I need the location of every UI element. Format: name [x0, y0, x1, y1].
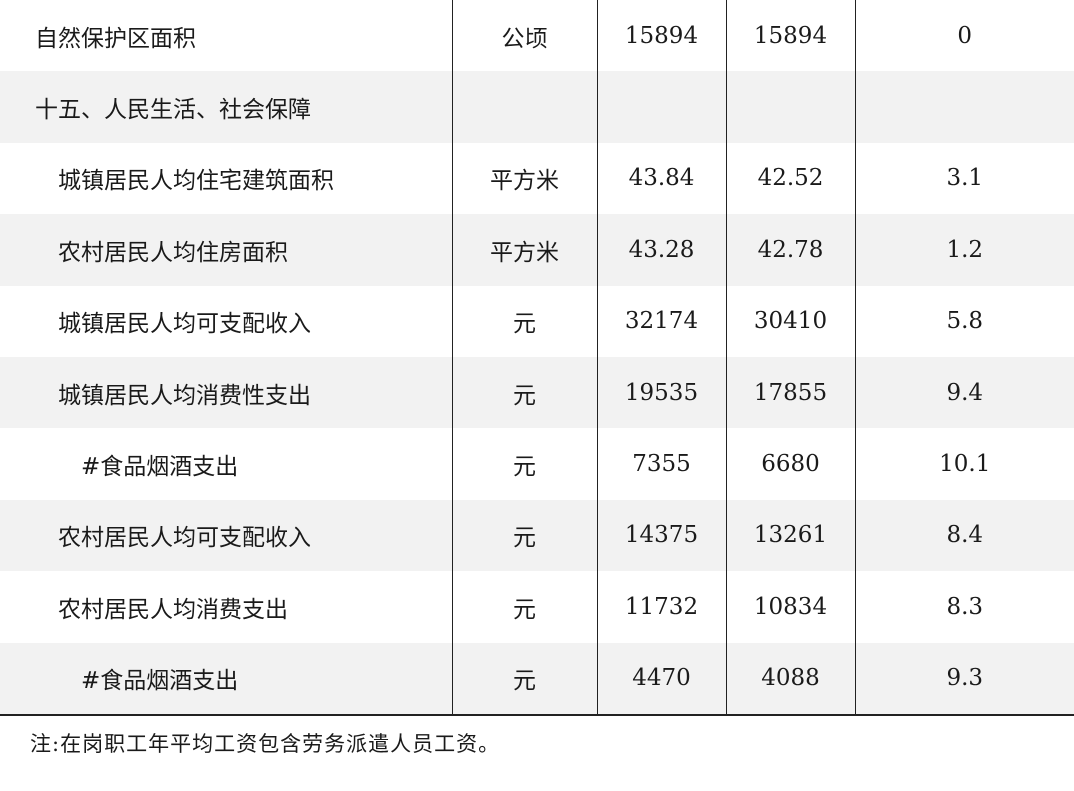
- value-previous-cell: 30410: [725, 285, 855, 357]
- table-row: 城镇居民人均消费性支出元 19535 17855 9.4: [0, 356, 1074, 429]
- table-row: 自然保护区面积 公顷 15894 15894 0: [0, 0, 1074, 72]
- value-previous-cell: 10834: [725, 571, 855, 643]
- unit-cell: 平方米: [451, 214, 597, 286]
- indicator-name-cell: 农村居民人均住房面积: [0, 214, 452, 286]
- table-body: 自然保护区面积 公顷 15894 15894 0 十五、人民生活、社会保障 城镇居民人均住宅…: [0, 0, 1074, 716]
- unit-cell: 元: [451, 428, 597, 500]
- value-previous-cell: 42.52: [725, 142, 855, 215]
- statistics-table: 自然保护区面积 公顷 15894 15894 0 十五、人民生活、社会保障 城镇居民人均住宅…: [0, 0, 1074, 716]
- unit-cell: [451, 71, 597, 143]
- growth-rate-cell: 10.1: [854, 428, 1074, 500]
- indicator-name-cell: 城镇居民人均消费性支出: [0, 356, 452, 429]
- value-current-cell: 43.84: [596, 142, 726, 215]
- table-row: 城镇居民人均住宅建筑面积 平方米 43.84 42.52 3.1: [0, 142, 1074, 215]
- indicator-name-cell: 农村居民人均可支配收入: [0, 499, 452, 572]
- unit-cell: 平方米: [451, 142, 597, 215]
- growth-rate-cell: 9.3: [854, 642, 1074, 716]
- table-row: 农村居民人均可支配收入元 14375 13261 8.4: [0, 499, 1074, 572]
- value-previous-cell: 6680: [725, 428, 855, 500]
- growth-rate-cell: 8.3: [854, 571, 1074, 643]
- value-current-cell: 14375: [596, 499, 726, 572]
- growth-rate-cell: 0: [854, 0, 1074, 72]
- value-previous-cell: 17855: [725, 356, 855, 429]
- value-current-cell: 4470: [596, 642, 726, 716]
- unit-cell: 元: [451, 285, 597, 357]
- growth-rate-cell: 3.1: [854, 142, 1074, 215]
- value-current-cell: 43.28: [596, 214, 726, 286]
- unit-cell: 元: [451, 642, 597, 716]
- indicator-name-cell: 农村居民人均消费支出: [58, 596, 288, 623]
- value-previous-cell: 42.78: [725, 214, 855, 286]
- unit-cell: 元: [451, 356, 597, 429]
- value-previous-cell: 13261: [725, 499, 855, 572]
- indicator-name-cell: 自然保护区面积: [35, 25, 196, 52]
- growth-rate-cell: [854, 71, 1074, 143]
- indicator-name-cell: 城镇居民人均住宅建筑面积: [58, 168, 334, 195]
- table-row: #食品烟酒支出元 4470 4088 9.3: [0, 642, 1074, 716]
- growth-rate-cell: 9.4: [854, 356, 1074, 429]
- value-previous-cell: [725, 71, 855, 143]
- unit-cell: 元: [451, 571, 597, 643]
- growth-rate-cell: 1.2: [854, 214, 1074, 286]
- table-row: #食品烟酒支出 元 7355 6680 10.1: [0, 428, 1074, 500]
- table-footnote: 注:在岗职工年平均工资包含劳务派遣人员工资。: [30, 732, 501, 756]
- value-current-cell: [596, 71, 726, 143]
- table-row: 十五、人民生活、社会保障: [0, 71, 1074, 143]
- unit-cell: 元: [451, 499, 597, 572]
- indicator-name-cell: 城镇居民人均可支配收入: [58, 311, 311, 338]
- table-row: 城镇居民人均可支配收入 元 32174 30410 5.8: [0, 285, 1074, 357]
- growth-rate-cell: 8.4: [854, 499, 1074, 572]
- value-current-cell: 32174: [596, 285, 726, 357]
- value-current-cell: 15894: [596, 0, 726, 72]
- indicator-name-cell: #食品烟酒支出: [81, 454, 239, 481]
- unit-cell: 公顷: [451, 0, 597, 72]
- value-previous-cell: 4088: [725, 642, 855, 716]
- indicator-name-cell: #食品烟酒支出: [0, 642, 452, 716]
- indicator-name-cell: 十五、人民生活、社会保障: [0, 71, 452, 143]
- value-current-cell: 7355: [596, 428, 726, 500]
- growth-rate-cell: 5.8: [854, 285, 1074, 357]
- table-row: 农村居民人均住房面积 平方米 43.28 42.78 1.2: [0, 214, 1074, 286]
- table-row: 农村居民人均消费支出 元 11732 10834 8.3: [0, 571, 1074, 643]
- value-current-cell: 11732: [596, 571, 726, 643]
- value-previous-cell: 15894: [725, 0, 855, 72]
- value-current-cell: 19535: [596, 356, 726, 429]
